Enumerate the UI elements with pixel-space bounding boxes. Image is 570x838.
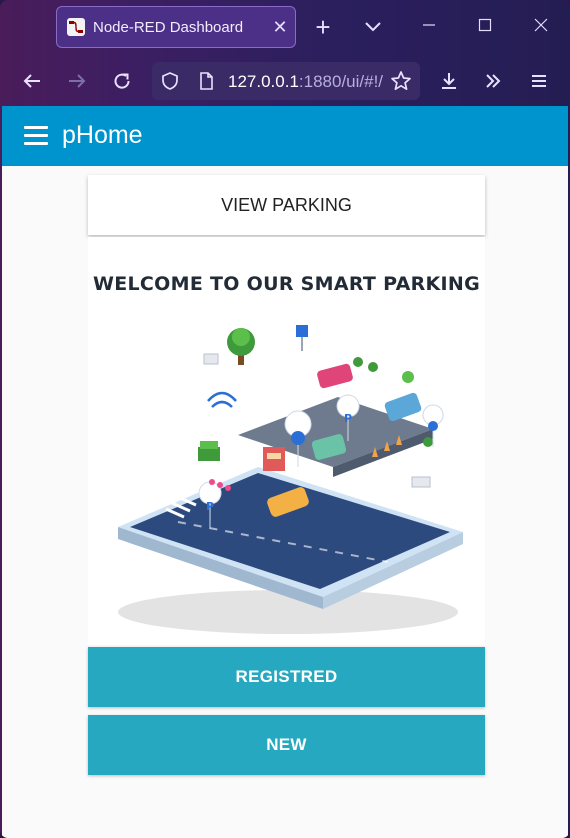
tab-title: Node-RED Dashboard xyxy=(93,18,244,36)
dashboard-app-bar: pHome xyxy=(2,106,568,166)
registred-button[interactable]: REGISTRED xyxy=(88,647,485,707)
tab-close-icon[interactable]: ✕ xyxy=(265,17,295,38)
app-menu-button[interactable] xyxy=(524,66,554,96)
new-button[interactable]: NEW xyxy=(88,715,485,775)
close-window-button[interactable] xyxy=(524,10,558,44)
back-button[interactable] xyxy=(17,66,47,96)
menu-icon xyxy=(532,75,546,87)
browser-window: Node-RED Dashboard ✕ + 127.0.0.1:1880/ui… xyxy=(0,0,570,838)
overflow-button[interactable] xyxy=(478,66,508,96)
list-tabs-button[interactable] xyxy=(360,14,386,40)
shield-icon[interactable] xyxy=(160,71,180,91)
page-viewport: pHome VIEW PARKING WELCOME TO OUR SMART … xyxy=(2,106,568,838)
star-icon xyxy=(391,71,411,91)
tab-strip: Node-RED Dashboard ✕ + xyxy=(0,0,570,56)
node-red-favicon-icon xyxy=(67,18,85,36)
menu-icon[interactable] xyxy=(24,126,48,146)
downloads-button[interactable] xyxy=(434,66,464,96)
smart-parking-illustration: P P xyxy=(118,325,463,634)
arrow-right-icon xyxy=(69,74,86,88)
svg-text:P: P xyxy=(206,500,214,513)
page-icon[interactable] xyxy=(196,71,216,91)
welcome-card: WELCOME TO OUR SMART PARKING P P xyxy=(88,237,485,645)
address-bar[interactable]: 127.0.0.1:1880/ui/#!/ xyxy=(152,62,420,100)
browser-toolbar: 127.0.0.1:1880/ui/#!/ xyxy=(0,56,570,106)
url-host: 127.0.0.1 xyxy=(228,72,299,91)
welcome-heading: WELCOME TO OUR SMART PARKING xyxy=(92,273,481,295)
page-title: pHome xyxy=(62,121,143,149)
arrow-left-icon xyxy=(23,74,40,88)
new-tab-button[interactable]: + xyxy=(310,12,336,42)
browser-tab[interactable]: Node-RED Dashboard ✕ xyxy=(56,6,296,48)
forward-button[interactable] xyxy=(62,66,92,96)
minimize-button[interactable] xyxy=(412,10,446,44)
maximize-button[interactable] xyxy=(468,10,502,44)
chevron-down-icon xyxy=(365,22,381,32)
download-icon xyxy=(442,73,456,89)
chevron-double-right-icon xyxy=(486,74,501,88)
url-path: :1880/ui/#!/ xyxy=(298,72,384,91)
url-text[interactable]: 127.0.0.1:1880/ui/#!/ xyxy=(228,72,383,92)
reload-icon xyxy=(114,73,130,89)
bookmark-button[interactable] xyxy=(386,66,416,96)
view-parking-button[interactable]: VIEW PARKING xyxy=(88,175,485,235)
reload-button[interactable] xyxy=(107,66,137,96)
svg-text:P: P xyxy=(344,412,352,425)
